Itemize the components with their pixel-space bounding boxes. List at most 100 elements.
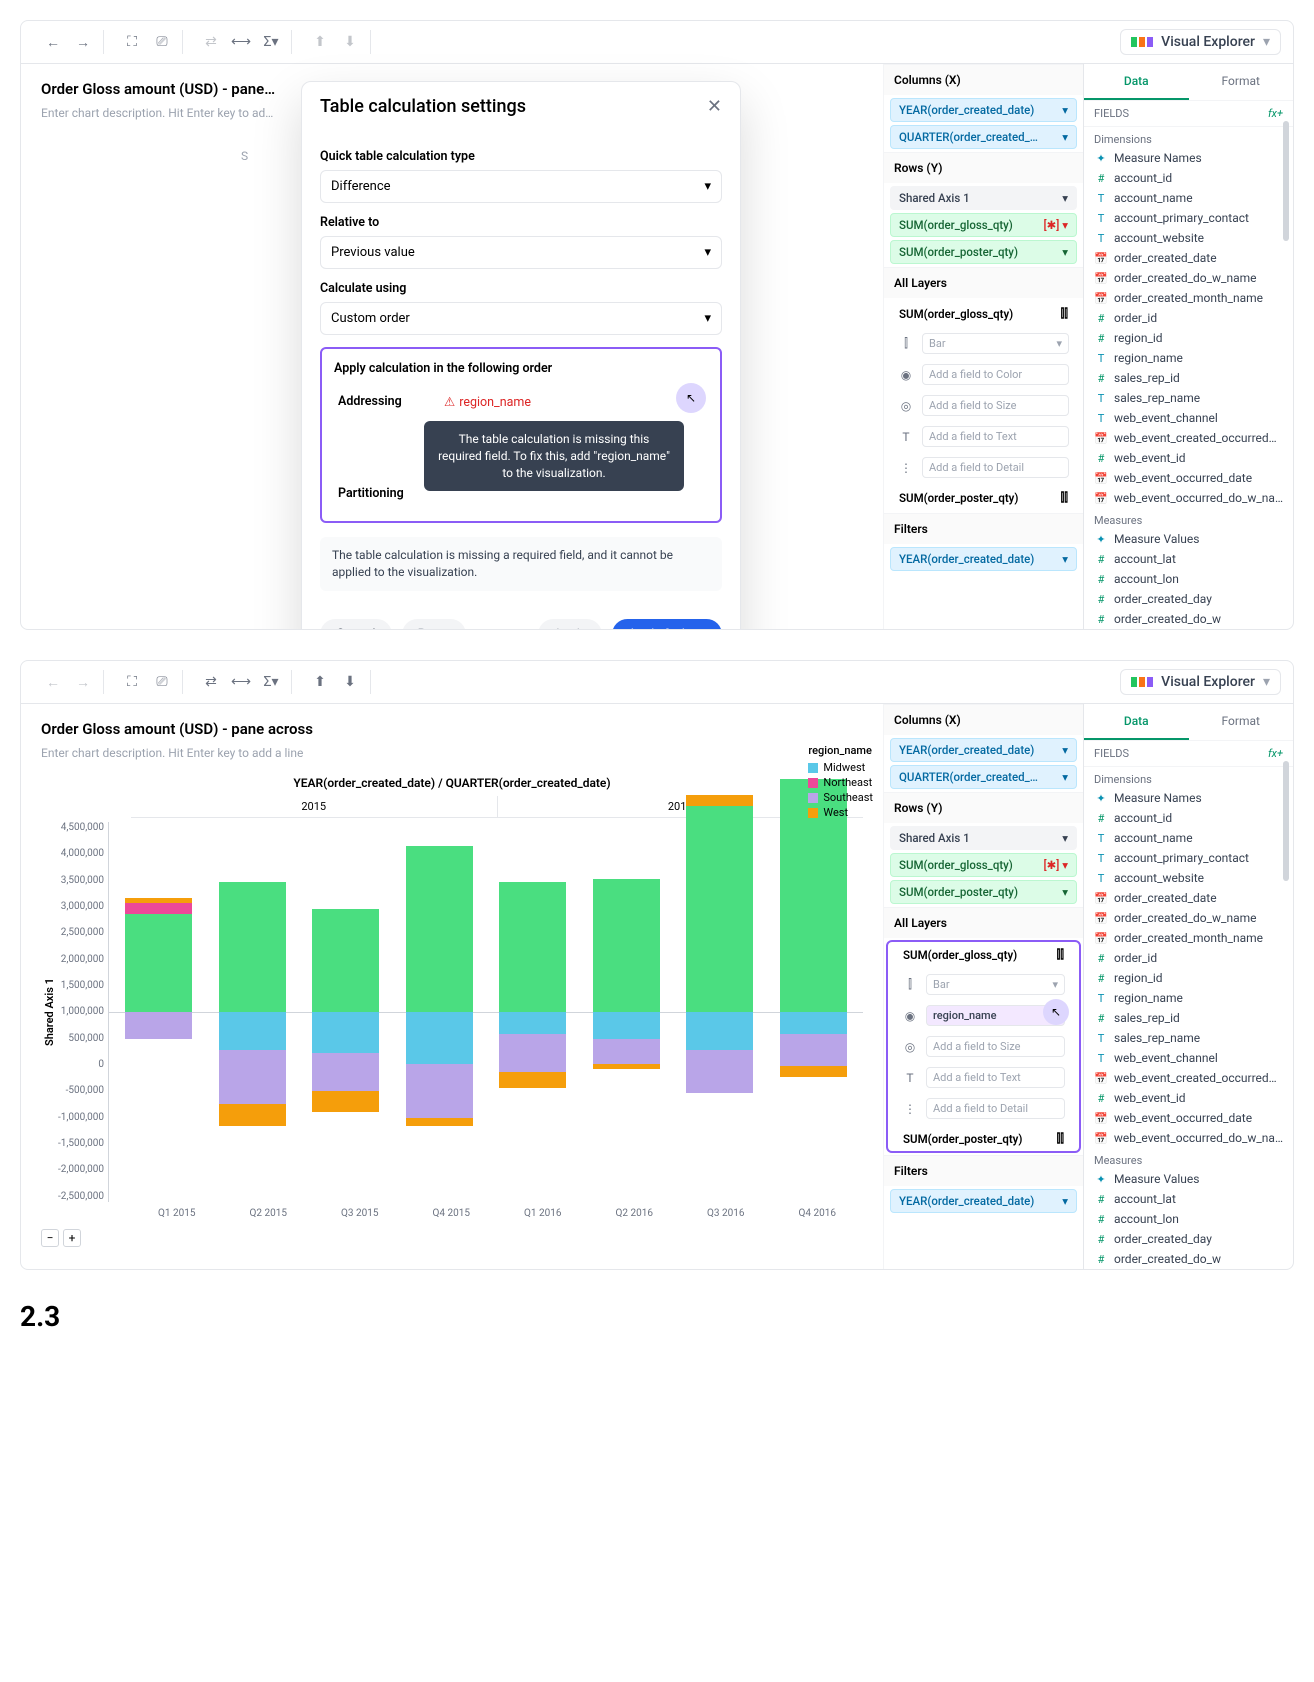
add-field-icon[interactable]: fx+ [1268,107,1283,120]
field-region_name[interactable]: Tregion_name [1084,348,1293,368]
pill-poster[interactable]: SUM(order_poster_qty)▾ [890,240,1077,264]
apply-close-button[interactable]: Apply & close [612,619,722,630]
field-order_created_month_name[interactable]: 📅order_created_month_name [1084,928,1293,948]
pill-year[interactable]: YEAR(order_created_date)▾ [890,98,1077,122]
layer-gloss[interactable]: SUM(order_gloss_qty)⫿⫿ [894,942,1073,967]
field-web_event_channel[interactable]: Tweb_event_channel [1084,408,1293,428]
pill-gloss[interactable]: SUM(order_gloss_qty)[✱] ▾ [890,213,1077,237]
field-order_id[interactable]: #order_id [1084,948,1293,968]
tab-data[interactable]: Data [1084,704,1189,740]
pill-quarter[interactable]: QUARTER(order_created_…▾ [890,125,1077,149]
tab-format[interactable]: Format [1189,704,1294,740]
layer-gloss[interactable]: SUM(order_gloss_qty)⫿⫿ [890,301,1077,326]
shared-axis[interactable]: Shared Axis 1▾ [890,826,1077,850]
filter-pill[interactable]: YEAR(order_created_date)▾ [890,547,1077,571]
field-web_event_occurred_do_w_na…[interactable]: 📅web_event_occurred_do_w_na… [1084,488,1293,508]
zoom-in[interactable]: + [63,1229,81,1247]
autosize-icon[interactable]: ⛶ [120,30,144,54]
detail-field[interactable]: Add a field to Detail [926,1098,1065,1119]
relative-select[interactable]: Previous value▾ [320,236,722,269]
addressing-value[interactable]: region_name [444,394,531,410]
field-region_id[interactable]: #region_id [1084,328,1293,348]
text-field[interactable]: Add a field to Text [926,1067,1065,1088]
field-account_lon[interactable]: #account_lon [1084,1209,1293,1229]
shared-axis[interactable]: Shared Axis 1▾ [890,186,1077,210]
quick-calc-select[interactable]: Difference▾ [320,170,722,203]
field-order_created_do_w_name[interactable]: 📅order_created_do_w_name [1084,268,1293,288]
fit-icon[interactable]: ⟷ [229,30,253,54]
field-account_name[interactable]: Taccount_name [1084,828,1293,848]
clear-icon[interactable]: ⎚ [150,30,174,54]
field-account_lat[interactable]: #account_lat [1084,1189,1293,1209]
field-order_created_day[interactable]: #order_created_day [1084,1229,1293,1249]
field-order_created_month_name[interactable]: 📅order_created_month_name [1084,288,1293,308]
field-account_primary_contact[interactable]: Taccount_primary_contact [1084,208,1293,228]
mark-type[interactable]: Bar▾ [922,333,1069,354]
field-order_id[interactable]: #order_id [1084,308,1293,328]
field-account_lon[interactable]: #account_lon [1084,569,1293,589]
field-web_event_id[interactable]: #web_event_id [1084,448,1293,468]
field-account_id[interactable]: #account_id [1084,808,1293,828]
field-region_name[interactable]: Tregion_name [1084,988,1293,1008]
detail-field[interactable]: Add a field to Detail [922,457,1069,478]
field-web_event_id[interactable]: #web_event_id [1084,1088,1293,1108]
pill-gloss[interactable]: SUM(order_gloss_qty)[✱] ▾ [890,853,1077,877]
field-Measure Values[interactable]: ✦Measure Values [1084,529,1293,549]
field-order_created_do_w[interactable]: #order_created_do_w [1084,1249,1293,1269]
field-sales_rep_name[interactable]: Tsales_rep_name [1084,388,1293,408]
layer-poster[interactable]: SUM(order_poster_qty)⫿⫿ [894,1126,1073,1151]
size-field[interactable]: Add a field to Size [922,395,1069,416]
autosize-icon[interactable]: ⛶ [120,670,144,694]
zoom-out[interactable]: − [41,1229,59,1247]
field-order_created_date[interactable]: 📅order_created_date [1084,888,1293,908]
field-web_event_occurred_date[interactable]: 📅web_event_occurred_date [1084,468,1293,488]
filter-pill[interactable]: YEAR(order_created_date)▾ [890,1189,1077,1213]
layer-poster[interactable]: SUM(order_poster_qty)⫿⫿ [890,485,1077,510]
field-region_id[interactable]: #region_id [1084,968,1293,988]
clear-icon[interactable]: ⎚ [150,670,174,694]
scrollbar[interactable] [1283,121,1289,241]
add-field-icon[interactable]: fx+ [1268,747,1283,760]
field-web_event_created_occurred…[interactable]: 📅web_event_created_occurred… [1084,1068,1293,1088]
text-field[interactable]: Add a field to Text [922,426,1069,447]
field-order_created_do_w[interactable]: #order_created_do_w [1084,609,1293,629]
mark-type[interactable]: Bar▾ [926,974,1065,995]
totals-icon[interactable]: Σ▾ [259,670,283,694]
field-account_website[interactable]: Taccount_website [1084,228,1293,248]
field-Measure Values[interactable]: ✦Measure Values [1084,1169,1293,1189]
field-web_event_created_occurred…[interactable]: 📅web_event_created_occurred… [1084,428,1293,448]
field-account_name[interactable]: Taccount_name [1084,188,1293,208]
close-icon[interactable]: ✕ [707,96,722,117]
sort-asc-icon[interactable]: ⬆ [308,670,332,694]
swap-icon[interactable]: ⇄ [199,670,223,694]
field-order_created_day[interactable]: #order_created_day [1084,589,1293,609]
sort-desc-icon[interactable]: ⬇ [338,670,362,694]
visual-explorer-button[interactable]: Visual Explorer ▾ [1120,669,1281,695]
field-Measure Names[interactable]: ✦Measure Names [1084,148,1293,168]
totals-icon[interactable]: Σ▾ [259,30,283,54]
size-field[interactable]: Add a field to Size [926,1036,1065,1057]
tab-data[interactable]: Data [1084,64,1189,100]
cancel-button[interactable]: Cancel [320,619,392,630]
field-web_event_occurred_date[interactable]: 📅web_event_occurred_date [1084,1108,1293,1128]
canvas-desc[interactable]: Enter chart description. Hit Enter key t… [41,746,863,760]
field-web_event_occurred_do_w_na…[interactable]: 📅web_event_occurred_do_w_na… [1084,1128,1293,1148]
back-icon[interactable]: ← [41,30,65,54]
field-order_created_do_w_name[interactable]: 📅order_created_do_w_name [1084,908,1293,928]
field-account_primary_contact[interactable]: Taccount_primary_contact [1084,848,1293,868]
field-account_website[interactable]: Taccount_website [1084,868,1293,888]
field-account_id[interactable]: #account_id [1084,168,1293,188]
calc-using-select[interactable]: Custom order▾ [320,302,722,335]
pill-quarter[interactable]: QUARTER(order_created_…▾ [890,765,1077,789]
fit-icon[interactable]: ⟷ [229,670,253,694]
field-web_event_channel[interactable]: Tweb_event_channel [1084,1048,1293,1068]
field-account_lat[interactable]: #account_lat [1084,549,1293,569]
scrollbar[interactable] [1283,761,1289,881]
field-sales_rep_name[interactable]: Tsales_rep_name [1084,1028,1293,1048]
pill-poster[interactable]: SUM(order_poster_qty)▾ [890,880,1077,904]
forward-icon[interactable]: → [71,30,95,54]
pill-year[interactable]: YEAR(order_created_date)▾ [890,738,1077,762]
visual-explorer-button[interactable]: Visual Explorer ▾ [1120,29,1281,55]
color-field[interactable]: Add a field to Color [922,364,1069,385]
field-sales_rep_id[interactable]: #sales_rep_id [1084,368,1293,388]
